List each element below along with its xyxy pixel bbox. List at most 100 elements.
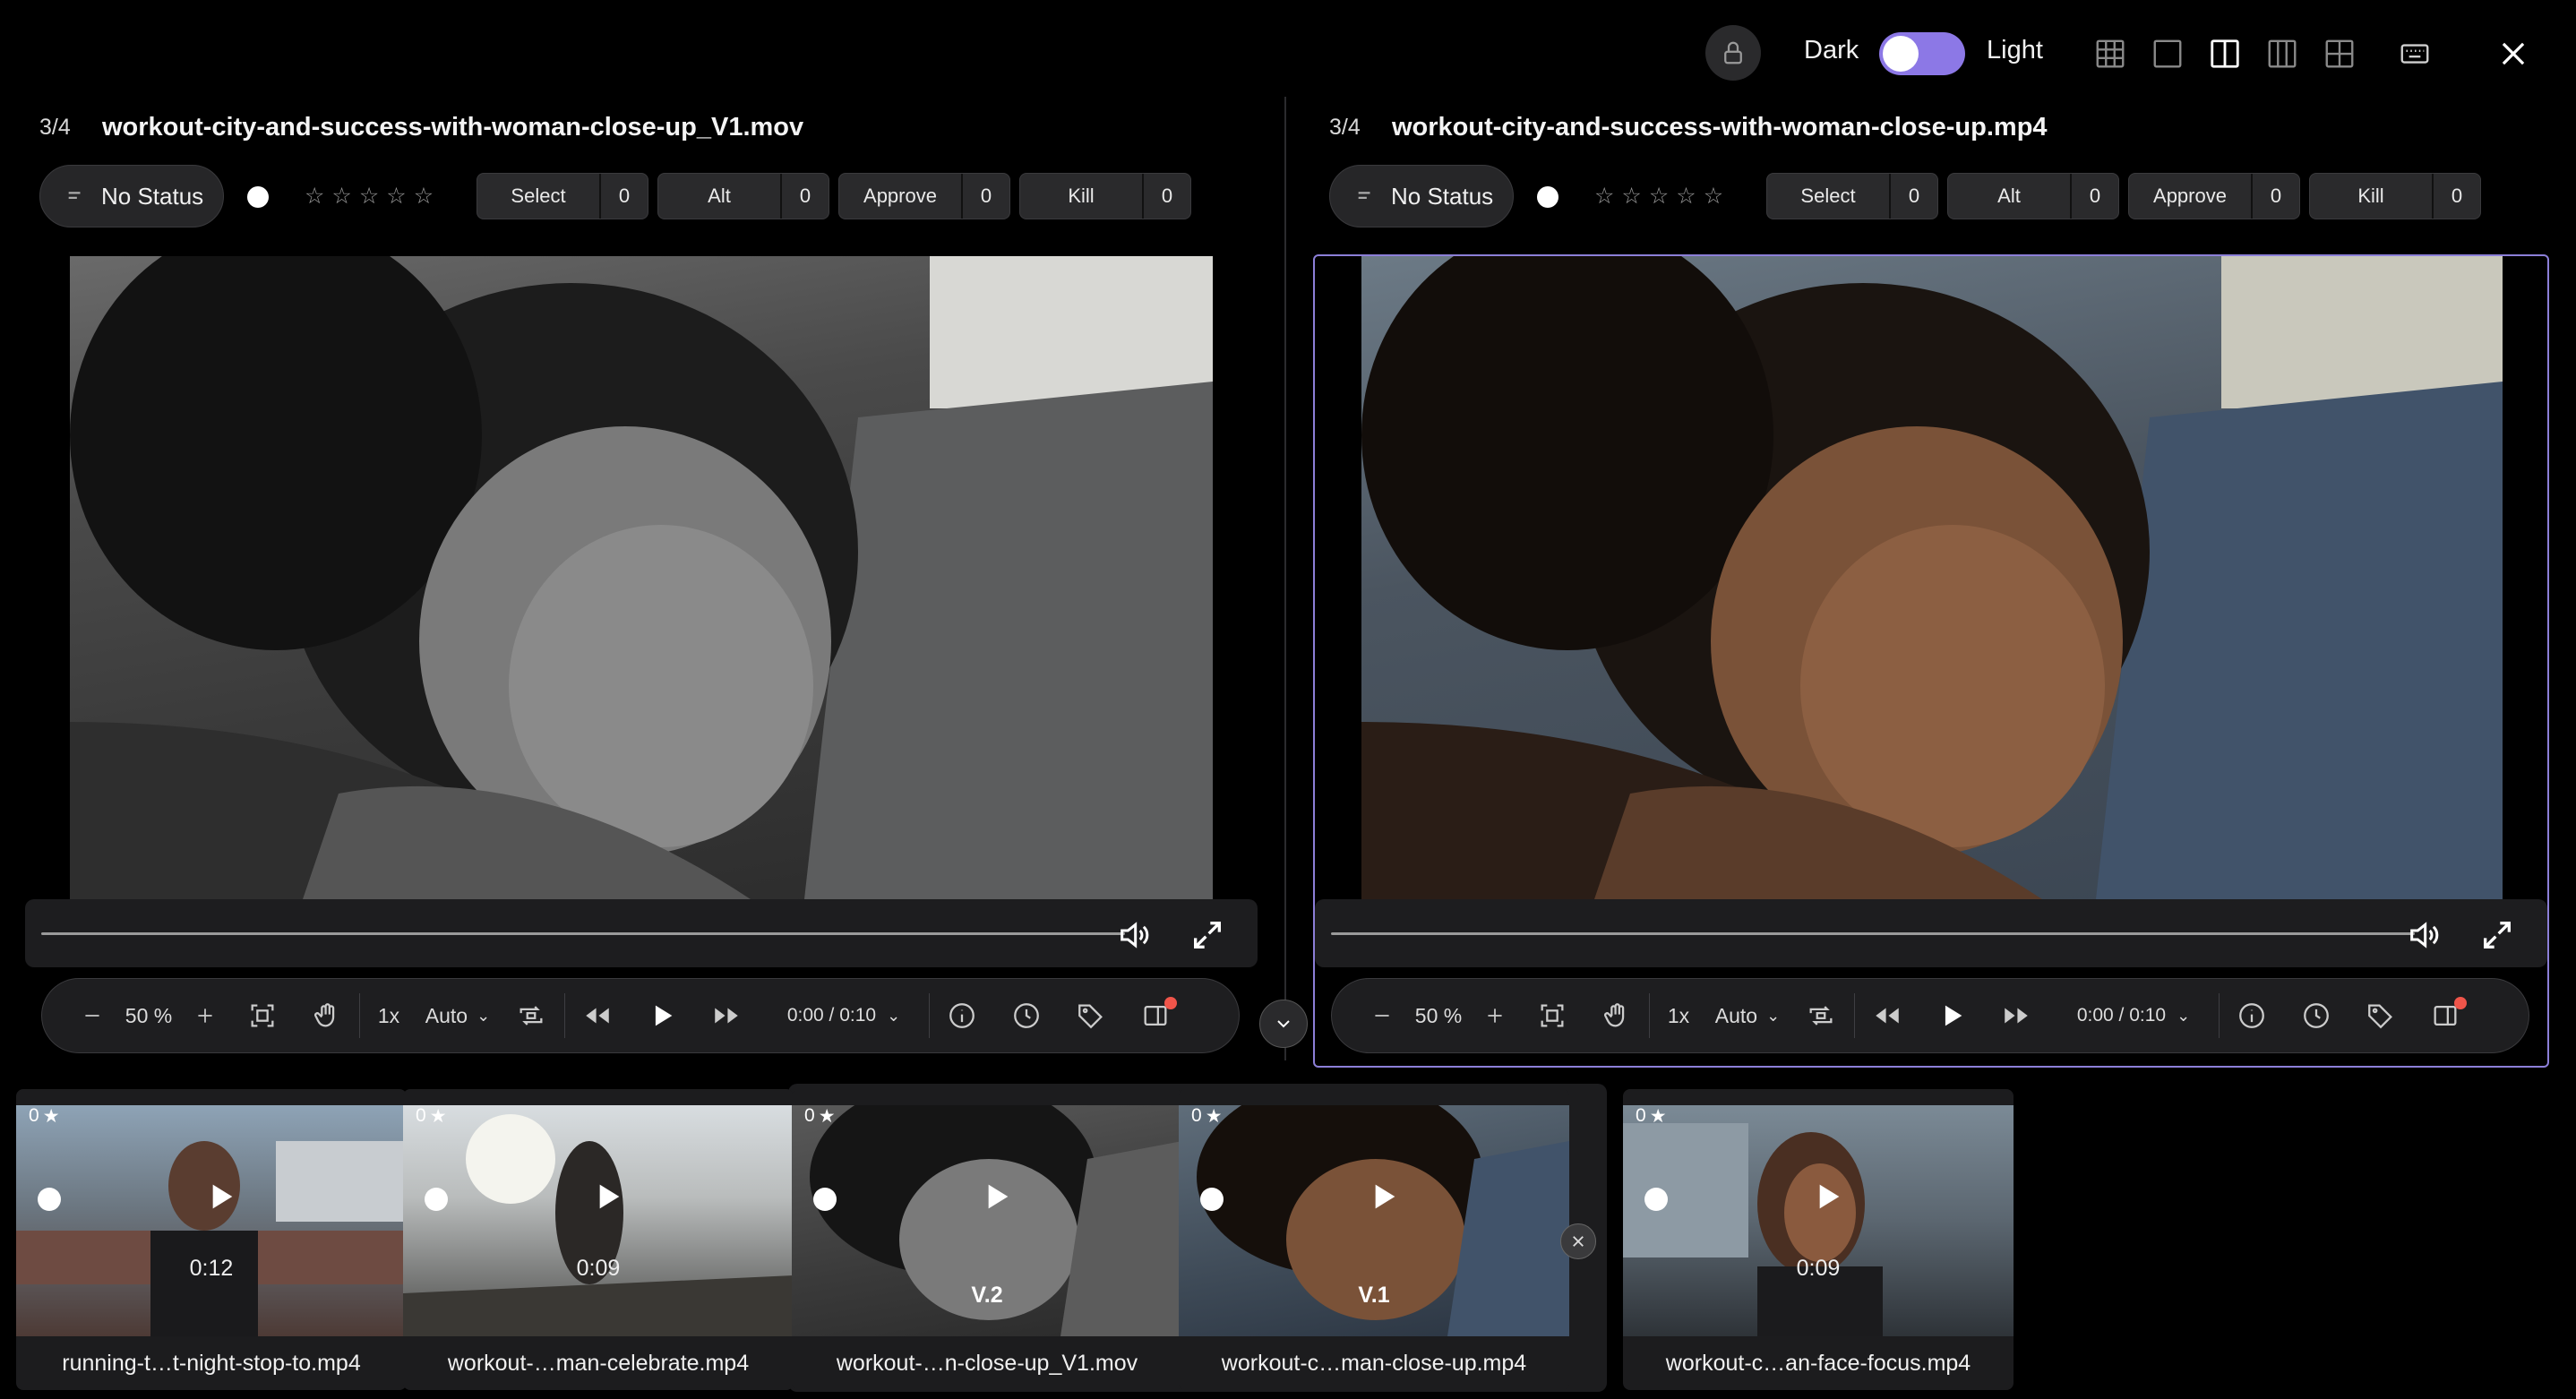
theme-toggle[interactable] [1879, 32, 1965, 75]
film-duration: 0:09 [1796, 1256, 1841, 1281]
video-frame[interactable] [1361, 256, 2503, 899]
speed-button[interactable]: 1x [360, 1004, 417, 1028]
star-rating[interactable]: ☆ ☆ ☆ ☆ ☆ [1594, 183, 1723, 210]
video-frame[interactable] [70, 256, 1213, 899]
info-button[interactable] [930, 1000, 994, 1031]
unstack-version-button[interactable] [1560, 1223, 1596, 1259]
approve-vote-button[interactable]: Approve 0 [838, 173, 1010, 219]
film-item[interactable]: 0 ★ V.1 workout-c…man-close-up.mp4 [1179, 1089, 1569, 1390]
play-icon[interactable] [1365, 1179, 1401, 1214]
film-item[interactable]: 0 ★ 0:09 workout-c…an-face-focus.mp4 [1623, 1089, 2014, 1390]
star-icon[interactable]: ☆ [1649, 183, 1669, 210]
play-icon[interactable] [589, 1179, 625, 1214]
loop-button[interactable] [1788, 1000, 1854, 1031]
color-label-dot[interactable] [1644, 1188, 1668, 1211]
fast-forward-button[interactable] [1984, 1000, 2048, 1031]
rewind-button[interactable] [565, 1000, 630, 1031]
zoom-level[interactable]: 50 % [117, 1004, 180, 1028]
star-icon[interactable]: ☆ [1594, 183, 1614, 210]
zoom-level[interactable]: 50 % [1407, 1004, 1470, 1028]
star-icon[interactable]: ☆ [1621, 183, 1641, 210]
star-icon[interactable]: ☆ [386, 183, 406, 210]
fullscreen-button[interactable] [1189, 917, 1225, 957]
star-rating[interactable]: ☆ ☆ ☆ ☆ ☆ [305, 183, 434, 210]
color-label-dot[interactable] [247, 186, 269, 208]
status-dropdown[interactable]: No Status [1329, 165, 1514, 227]
quality-label: Auto [425, 1003, 468, 1027]
film-item[interactable]: 0 ★ 0:12 running-t…t-night-stop-to.mp4 [16, 1089, 407, 1390]
fast-forward-icon [2005, 1008, 2028, 1024]
vote-label: Approve [2153, 185, 2227, 207]
history-button[interactable] [2284, 1000, 2348, 1031]
film-item[interactable]: 0 ★ 0:09 workout-…man-celebrate.mp4 [403, 1089, 794, 1390]
fast-forward-button[interactable] [694, 1000, 759, 1031]
play-button[interactable] [1919, 1000, 1984, 1031]
pan-button[interactable] [1584, 1000, 1649, 1031]
kill-vote-button[interactable]: Kill 0 [1019, 173, 1191, 219]
lock-button[interactable] [1705, 25, 1761, 81]
color-label-dot[interactable] [1200, 1188, 1224, 1211]
close-viewer-button[interactable] [2495, 36, 2531, 72]
color-label-dot[interactable] [38, 1188, 61, 1211]
tags-button[interactable] [1059, 1000, 1123, 1031]
comments-panel-button[interactable] [2413, 997, 2477, 1031]
scrubber-bar[interactable] [1315, 899, 2547, 967]
single-layout-button[interactable] [2150, 36, 2185, 72]
hand-icon [314, 1003, 335, 1027]
fit-button[interactable] [230, 1000, 295, 1031]
star-icon[interactable]: ☆ [305, 183, 324, 210]
zoom-out-button[interactable] [67, 1004, 117, 1027]
star-icon[interactable]: ☆ [1676, 183, 1696, 210]
select-vote-button[interactable]: Select 0 [1766, 173, 1938, 219]
color-label-dot[interactable] [425, 1188, 448, 1211]
collapse-filmstrip-button[interactable] [1259, 1000, 1308, 1048]
play-icon[interactable] [1809, 1179, 1845, 1214]
alt-vote-button[interactable]: Alt 0 [1947, 173, 2119, 219]
select-vote-button[interactable]: Select 0 [477, 173, 648, 219]
player-controls: 50 % 1x Auto ⌄ 0:00 / 0:10 ⌄ [1331, 978, 2529, 1053]
time-dropdown[interactable]: 0:00 / 0:10 ⌄ [2048, 1005, 2219, 1026]
star-icon[interactable]: ☆ [1704, 183, 1723, 210]
kill-vote-button[interactable]: Kill 0 [2309, 173, 2481, 219]
fit-button[interactable] [1520, 1000, 1584, 1031]
three-column-layout-button[interactable] [2264, 36, 2300, 72]
asset-title: workout-city-and-success-with-woman-clos… [102, 113, 804, 142]
info-button[interactable] [2220, 1000, 2284, 1031]
quality-dropdown[interactable]: Auto ⌄ [417, 1004, 498, 1028]
timeline-track[interactable] [41, 932, 1125, 935]
rewind-button[interactable] [1855, 1000, 1919, 1031]
play-icon[interactable] [202, 1179, 238, 1214]
loop-button[interactable] [498, 1000, 564, 1031]
star-icon[interactable]: ☆ [359, 183, 379, 210]
time-dropdown[interactable]: 0:00 / 0:10 ⌄ [759, 1005, 929, 1026]
keyboard-shortcuts-button[interactable] [2397, 36, 2433, 72]
speed-button[interactable]: 1x [1650, 1004, 1707, 1028]
zoom-in-button[interactable] [180, 1004, 230, 1027]
play-button[interactable] [630, 1000, 694, 1031]
quad-layout-button[interactable] [2322, 36, 2357, 72]
comments-panel-button[interactable] [1123, 997, 1188, 1031]
alt-vote-button[interactable]: Alt 0 [657, 173, 829, 219]
volume-button[interactable] [1116, 917, 1152, 957]
play-icon[interactable] [978, 1179, 1014, 1214]
color-label-dot[interactable] [1537, 186, 1558, 208]
quality-dropdown[interactable]: Auto ⌄ [1707, 1004, 1788, 1028]
pan-button[interactable] [295, 1000, 359, 1031]
color-label-dot[interactable] [813, 1188, 837, 1211]
status-lines-icon [68, 192, 81, 199]
scrubber-bar[interactable] [25, 899, 1258, 967]
zoom-out-button[interactable] [1357, 1004, 1407, 1027]
volume-button[interactable] [2406, 917, 2442, 957]
star-icon[interactable]: ☆ [414, 183, 434, 210]
history-button[interactable] [994, 1000, 1059, 1031]
compare-layout-button[interactable] [2207, 36, 2243, 72]
zoom-in-button[interactable] [1470, 1004, 1520, 1027]
approve-vote-button[interactable]: Approve 0 [2128, 173, 2300, 219]
star-icon[interactable]: ☆ [331, 183, 351, 210]
fullscreen-button[interactable] [2479, 917, 2515, 957]
status-dropdown[interactable]: No Status [39, 165, 224, 227]
film-item[interactable]: 0 ★ V.2 workout-…n-close-up_V1.mov [792, 1089, 1182, 1390]
grid-layout-button[interactable] [2092, 36, 2128, 72]
tags-button[interactable] [2348, 1000, 2413, 1031]
timeline-track[interactable] [1331, 932, 2415, 935]
